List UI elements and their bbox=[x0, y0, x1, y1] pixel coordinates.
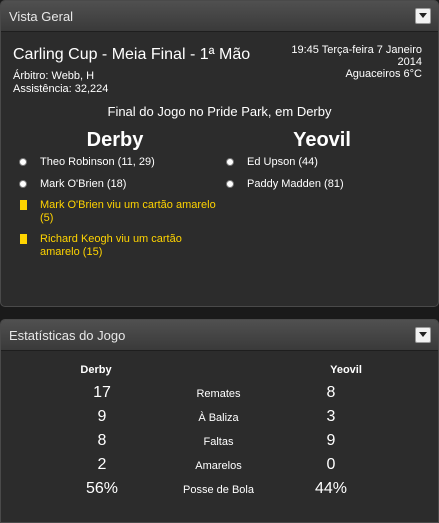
overview-header: Vista Geral bbox=[1, 1, 438, 32]
kickoff-year: 2014 bbox=[397, 56, 422, 68]
chevron-down-icon bbox=[419, 332, 427, 337]
stat-row: 8 Faltas 9 bbox=[1, 432, 438, 454]
stat-label: Remates bbox=[196, 388, 241, 400]
overview-panel: Vista Geral Carling Cup - Meia Final - 1… bbox=[0, 0, 439, 307]
stat-row: 17 Remates 8 bbox=[1, 384, 438, 406]
stats-collapse-button[interactable] bbox=[415, 327, 431, 343]
stat-row: 2 Amarelos 0 bbox=[1, 456, 438, 478]
yellow-card-icon bbox=[20, 200, 27, 210]
event-text[interactable]: Mark O'Brien (18) bbox=[40, 178, 220, 191]
event-text[interactable]: Mark O'Brien viu um cartão amarelo (5) bbox=[40, 199, 220, 225]
stat-home-value: 8 bbox=[97, 432, 107, 449]
ball-icon bbox=[226, 180, 234, 188]
stat-away-value: 44% bbox=[314, 480, 348, 497]
stats-home-team: Derby bbox=[80, 364, 112, 376]
weather-text: Aguaceiros 6°C bbox=[345, 68, 422, 80]
stat-home-value: 2 bbox=[97, 456, 107, 473]
event-text[interactable]: Theo Robinson (11, 29) bbox=[40, 156, 220, 169]
stat-home-value: 17 bbox=[93, 384, 111, 401]
stat-away-value: 3 bbox=[326, 408, 336, 425]
stat-away-value: 9 bbox=[326, 432, 336, 449]
chevron-down-icon bbox=[419, 13, 427, 18]
event-text[interactable]: Richard Keogh viu um cartão amarelo (15) bbox=[40, 233, 220, 259]
stats-panel: Estatísticas do Jogo Derby Yeovil 17 Rem… bbox=[0, 319, 439, 523]
stat-row: 56% Posse de Bola 44% bbox=[1, 480, 438, 502]
ball-icon bbox=[226, 158, 234, 166]
competition-title: Carling Cup - Meia Final - 1ª Mão bbox=[13, 46, 251, 63]
home-team-name[interactable]: Derby bbox=[1, 129, 229, 152]
stats-title: Estatísticas do Jogo bbox=[9, 328, 126, 343]
kickoff-datetime: 19:45 Terça-feira 7 Janeiro bbox=[291, 44, 422, 56]
referee-text: Árbitro: Webb, H bbox=[13, 70, 95, 82]
final-result-text: Final do Jogo no Pride Park, em Derby bbox=[107, 104, 332, 119]
stat-away-value: 8 bbox=[326, 384, 336, 401]
stat-label: Posse de Bola bbox=[183, 484, 254, 496]
stat-away-value: 0 bbox=[326, 456, 336, 473]
attendance-text: Assistência: 32,224 bbox=[13, 83, 109, 95]
overview-title: Vista Geral bbox=[9, 9, 74, 24]
stats-header: Estatísticas do Jogo bbox=[1, 320, 438, 351]
yellow-card-icon bbox=[20, 234, 27, 244]
event-text[interactable]: Paddy Madden (81) bbox=[247, 178, 427, 191]
kickoff-info: 19:45 Terça-feira 7 Janeiro 2014 Aguacei… bbox=[291, 44, 422, 80]
ball-icon bbox=[19, 180, 27, 188]
stat-home-value: 56% bbox=[85, 480, 119, 497]
stat-home-value: 9 bbox=[97, 408, 107, 425]
stats-away-team: Yeovil bbox=[330, 364, 362, 376]
away-team-name[interactable]: Yeovil bbox=[229, 129, 415, 152]
stat-label: Amarelos bbox=[195, 460, 242, 472]
stat-label: Faltas bbox=[203, 436, 234, 448]
event-text[interactable]: Ed Upson (44) bbox=[247, 156, 427, 169]
stat-row: 9 À Baliza 3 bbox=[1, 408, 438, 430]
ball-icon bbox=[19, 158, 27, 166]
stat-label: À Baliza bbox=[198, 412, 239, 424]
overview-collapse-button[interactable] bbox=[415, 8, 431, 24]
